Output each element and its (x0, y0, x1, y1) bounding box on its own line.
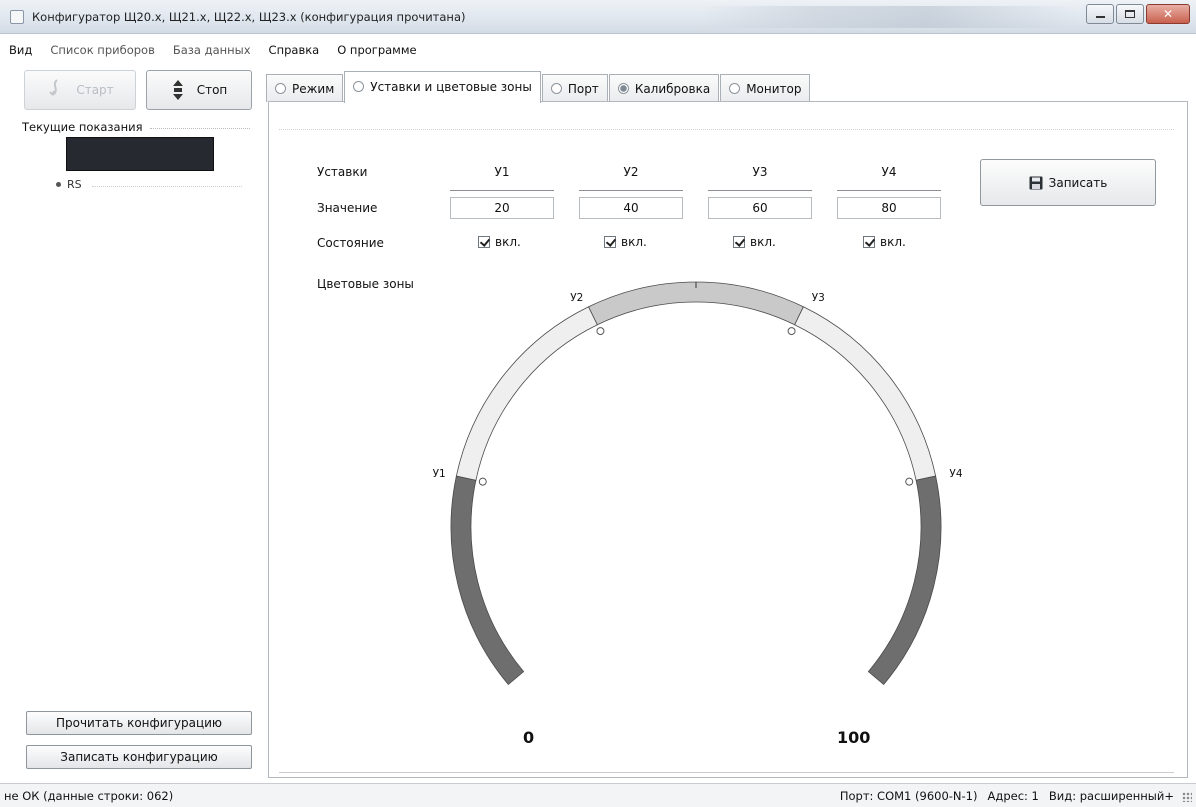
rs-item[interactable]: RS (56, 178, 82, 191)
radio-icon (550, 83, 562, 94)
left-panel: Старт Стоп Текущие показания RS Прочитат… (0, 60, 262, 780)
panel-bottom-divider (279, 772, 1174, 773)
status-message: не ОК (данные строки: 062) (4, 789, 174, 803)
radio-icon (729, 83, 741, 94)
current-readings-display (66, 137, 214, 171)
close-button[interactable]: ✕ (1146, 4, 1190, 24)
menu-view[interactable]: Вид (0, 40, 41, 60)
title-bar: Конфигуратор Щ20.х, Щ21.х, Щ22.х, Щ23.х … (0, 0, 1196, 34)
setpoint-marker-label: У4 (949, 468, 962, 480)
status-address: Адрес: 1 (987, 789, 1039, 803)
zone-mid-left-band (455, 306, 598, 481)
setpoint-marker-handle[interactable] (596, 327, 605, 336)
tab-label: Монитор (746, 81, 802, 96)
gauge-max-label: 100 (837, 728, 871, 747)
setpoint-marker-handle[interactable] (787, 327, 796, 336)
close-icon: ✕ (1162, 7, 1174, 21)
tab-port[interactable]: Порт (541, 74, 608, 102)
setpoint-marker-label: У1 (433, 468, 446, 480)
current-readings-title: Текущие показания (22, 120, 143, 134)
gauge-min-label: 0 (523, 728, 535, 747)
tab-calibration[interactable]: Калибровка (608, 74, 720, 102)
stop-button-label: Стоп (196, 83, 228, 97)
title-bar-decoration (700, 6, 1080, 28)
menu-about[interactable]: О программе (328, 40, 425, 60)
color-zone-gauge: У1 У2 У3 У4 (433, 281, 963, 686)
setpoints-panel: Уставки Значение Состояние У1 20 вкл. У2… (268, 101, 1188, 778)
start-icon (49, 79, 59, 96)
radio-icon (617, 83, 629, 94)
rs-divider (92, 186, 242, 187)
status-bar: не ОК (данные строки: 062) Порт: COM1 (9… (0, 783, 1196, 807)
read-config-button[interactable]: Прочитать конфигурацию (26, 711, 252, 735)
stop-icon (172, 80, 183, 100)
tab-setpoints-zones[interactable]: Уставки и цветовые зоны (344, 71, 541, 103)
menu-help[interactable]: Справка (260, 40, 329, 60)
maximize-button[interactable] (1116, 4, 1144, 24)
setpoint-marker-handle[interactable] (905, 477, 914, 486)
window-controls: ✕ (1086, 4, 1190, 24)
tab-mode[interactable]: Режим (266, 74, 344, 102)
setpoint-marker-handle[interactable] (478, 477, 487, 486)
start-button[interactable]: Старт (24, 70, 136, 110)
setpoint-marker-label: У2 (570, 292, 583, 304)
rs-label: RS (67, 178, 82, 191)
window-title: Конфигуратор Щ20.х, Щ21.х, Щ22.х, Щ23.х … (32, 10, 466, 24)
zone-mid-right-band (794, 306, 937, 481)
menu-database[interactable]: База данных (164, 40, 260, 60)
write-config-button[interactable]: Записать конфигурацию (26, 745, 252, 769)
menu-device-list[interactable]: Список приборов (41, 40, 164, 60)
status-info: Порт: COM1 (9600-N-1) Адрес: 1 Вид: расш… (840, 789, 1174, 803)
radio-icon (353, 81, 365, 92)
menu-bar: Вид Список приборов База данных Справка … (0, 40, 426, 60)
zone-high-band (867, 475, 942, 686)
tab-label: Режим (292, 81, 335, 96)
minimize-icon (1095, 15, 1105, 18)
zone-low-band (450, 475, 525, 686)
maximize-icon (1125, 10, 1135, 18)
current-readings-divider (150, 128, 250, 129)
status-view: Вид: расширенный+ (1048, 789, 1174, 803)
radio-icon (275, 83, 286, 94)
zone-top-band (588, 281, 804, 326)
bullet-icon (56, 182, 61, 187)
stop-button[interactable]: Стоп (146, 70, 252, 110)
minimize-button[interactable] (1086, 4, 1114, 24)
status-port: Порт: COM1 (9600-N-1) (839, 789, 978, 803)
tab-bar: Режим Уставки и цветовые зоны Порт Калиб… (266, 70, 811, 103)
tab-label: Калибровка (634, 81, 711, 96)
start-button-label: Старт (76, 83, 114, 97)
tab-label: Уставки и цветовые зоны (370, 79, 532, 94)
setpoint-marker-label: У3 (812, 292, 825, 304)
tab-label: Порт (567, 81, 599, 96)
tab-monitor[interactable]: Монитор (720, 74, 811, 102)
resize-grip-icon[interactable] (1182, 792, 1192, 802)
app-icon (10, 10, 24, 24)
